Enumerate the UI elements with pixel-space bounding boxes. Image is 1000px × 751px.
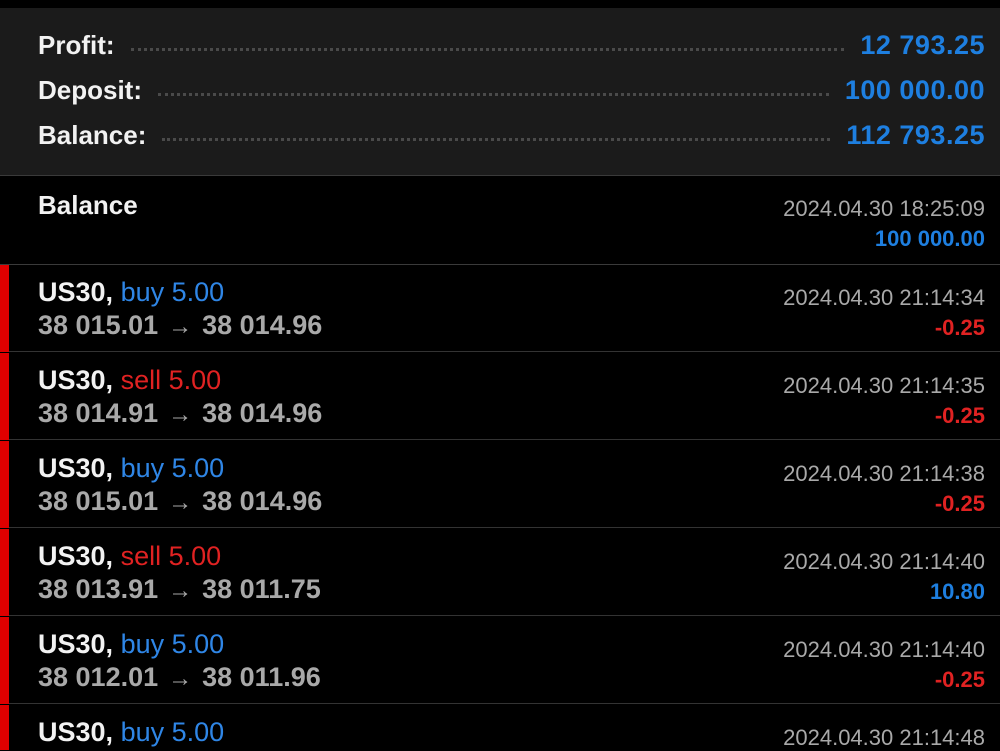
deal-time: 2024.04.30 21:14:34 xyxy=(783,285,985,310)
deal-direction: buy xyxy=(120,277,165,307)
deal-header: US30, buy 5.00 xyxy=(38,629,224,660)
balance-operation-amount: 100 000.00 xyxy=(874,226,985,251)
deposit-label: Deposit: xyxy=(38,74,142,105)
deal-close-price: 38 011.96 xyxy=(202,662,321,692)
deal-open-price: 38 015.01 xyxy=(38,310,159,340)
deal-row[interactable]: US30, sell 5.00 38 014.91 → 38 014.96 2024… xyxy=(0,353,1000,440)
deal-time: 2024.04.30 21:14:48 xyxy=(783,725,985,750)
deal-time: 2024.04.30 21:14:38 xyxy=(783,461,985,486)
arrow-right-icon: → xyxy=(168,313,193,340)
deal-symbol: US30, xyxy=(38,277,114,307)
balance-operation-time: 2024.04.30 18:25:09 xyxy=(783,196,985,221)
deal-direction: sell xyxy=(120,541,162,571)
profit-row: Profit: 12 793.25 xyxy=(38,25,985,65)
deal-header: US30, buy 5.00 xyxy=(38,717,224,748)
deal-direction: buy xyxy=(120,629,165,659)
arrow-right-icon: → xyxy=(168,401,193,428)
deal-header: US30, buy 5.00 xyxy=(38,453,224,484)
account-summary: Profit: 12 793.25 Deposit: 100 000.00 Ba… xyxy=(0,8,1000,175)
deal-type-marker xyxy=(0,353,9,440)
deal-open-price: 38 015.01 xyxy=(38,486,159,516)
deal-row[interactable]: US30, sell 5.00 38 013.91 → 38 011.75 2024… xyxy=(0,529,1000,616)
deal-close-price: 38 014.96 xyxy=(202,398,323,428)
arrow-right-icon: → xyxy=(168,489,193,516)
deal-volume: 5.00 xyxy=(171,717,225,747)
deal-time: 2024.04.30 21:14:40 xyxy=(783,549,985,574)
deal-profit: -0.25 xyxy=(934,491,985,516)
deal-header: US30, sell 5.00 xyxy=(38,365,221,396)
deal-row[interactable]: US30, buy 5.00 38 015.01 → 38 014.96 2024.… xyxy=(0,265,1000,352)
row-divider xyxy=(9,527,1000,528)
deal-direction: buy xyxy=(120,717,165,747)
deal-time: 2024.04.30 21:14:40 xyxy=(783,637,985,662)
deal-volume: 5.00 xyxy=(168,541,222,571)
row-divider xyxy=(9,351,1000,352)
balance-value: 112 793.25 xyxy=(846,119,985,150)
deposit-value: 100 000.00 xyxy=(844,74,985,105)
deal-prices: 38 012.01 → 38 011.96 xyxy=(38,662,321,693)
deal-header: US30, sell 5.00 xyxy=(38,541,221,572)
deal-type-marker xyxy=(0,441,9,528)
balance-row: Balance: 112 793.25 xyxy=(38,115,985,155)
deal-open-price: 38 013.91 xyxy=(38,574,159,604)
status-strip xyxy=(0,0,1000,8)
deal-row[interactable]: US30, buy 5.00 2024.04.30 21:14:48 xyxy=(0,705,1000,750)
deal-prices: 38 015.01 → 38 014.96 xyxy=(38,310,322,341)
deal-prices: 38 014.91 → 38 014.96 xyxy=(38,398,322,429)
deal-time: 2024.04.30 21:14:35 xyxy=(783,373,985,398)
deal-header: US30, buy 5.00 xyxy=(38,277,224,308)
deal-close-price: 38 014.96 xyxy=(202,310,323,340)
deal-open-price: 38 014.91 xyxy=(38,398,159,428)
deal-symbol: US30, xyxy=(38,365,114,395)
deal-row[interactable]: US30, buy 5.00 38 015.01 → 38 014.96 2024.… xyxy=(0,441,1000,528)
deal-close-price: 38 011.75 xyxy=(202,574,321,604)
dotted-leader xyxy=(158,92,829,96)
dotted-leader xyxy=(162,137,831,141)
deal-type-marker xyxy=(0,617,9,704)
deal-volume: 5.00 xyxy=(171,453,225,483)
deal-profit: -0.25 xyxy=(934,667,985,692)
deal-symbol: US30, xyxy=(38,541,114,571)
arrow-right-icon: → xyxy=(168,665,193,692)
deal-profit: -0.25 xyxy=(934,403,985,428)
row-divider xyxy=(9,439,1000,440)
deal-prices: 38 013.91 → 38 011.75 xyxy=(38,574,321,605)
row-divider xyxy=(9,703,1000,704)
deal-type-marker xyxy=(0,705,9,750)
balance-operation-title: Balance xyxy=(38,190,138,220)
deal-open-price: 38 012.01 xyxy=(38,662,159,692)
deal-volume: 5.00 xyxy=(168,365,222,395)
balance-operation-row[interactable]: Balance 2024.04.30 18:25:09 100 000.00 xyxy=(0,176,1000,264)
deal-type-marker xyxy=(0,265,9,352)
balance-label: Balance: xyxy=(38,119,147,150)
deal-direction: sell xyxy=(120,365,162,395)
deal-profit: -0.25 xyxy=(934,315,985,340)
deal-direction: buy xyxy=(120,453,165,483)
dotted-leader xyxy=(130,47,845,51)
profit-value: 12 793.25 xyxy=(860,29,985,60)
deal-volume: 5.00 xyxy=(171,629,225,659)
row-divider xyxy=(9,615,1000,616)
deal-symbol: US30, xyxy=(38,453,114,483)
deal-profit: 10.80 xyxy=(929,579,985,604)
deal-row[interactable]: US30, buy 5.00 38 012.01 → 38 011.96 2024.… xyxy=(0,617,1000,704)
deal-volume: 5.00 xyxy=(171,277,225,307)
deposit-row: Deposit: 100 000.00 xyxy=(38,70,985,110)
deal-close-price: 38 014.96 xyxy=(202,486,323,516)
deal-symbol: US30, xyxy=(38,629,114,659)
arrow-right-icon: → xyxy=(168,577,193,604)
profit-label: Profit: xyxy=(38,29,115,60)
deal-prices: 38 015.01 → 38 014.96 xyxy=(38,486,322,517)
deal-type-marker xyxy=(0,529,9,616)
deal-symbol: US30, xyxy=(38,717,114,747)
